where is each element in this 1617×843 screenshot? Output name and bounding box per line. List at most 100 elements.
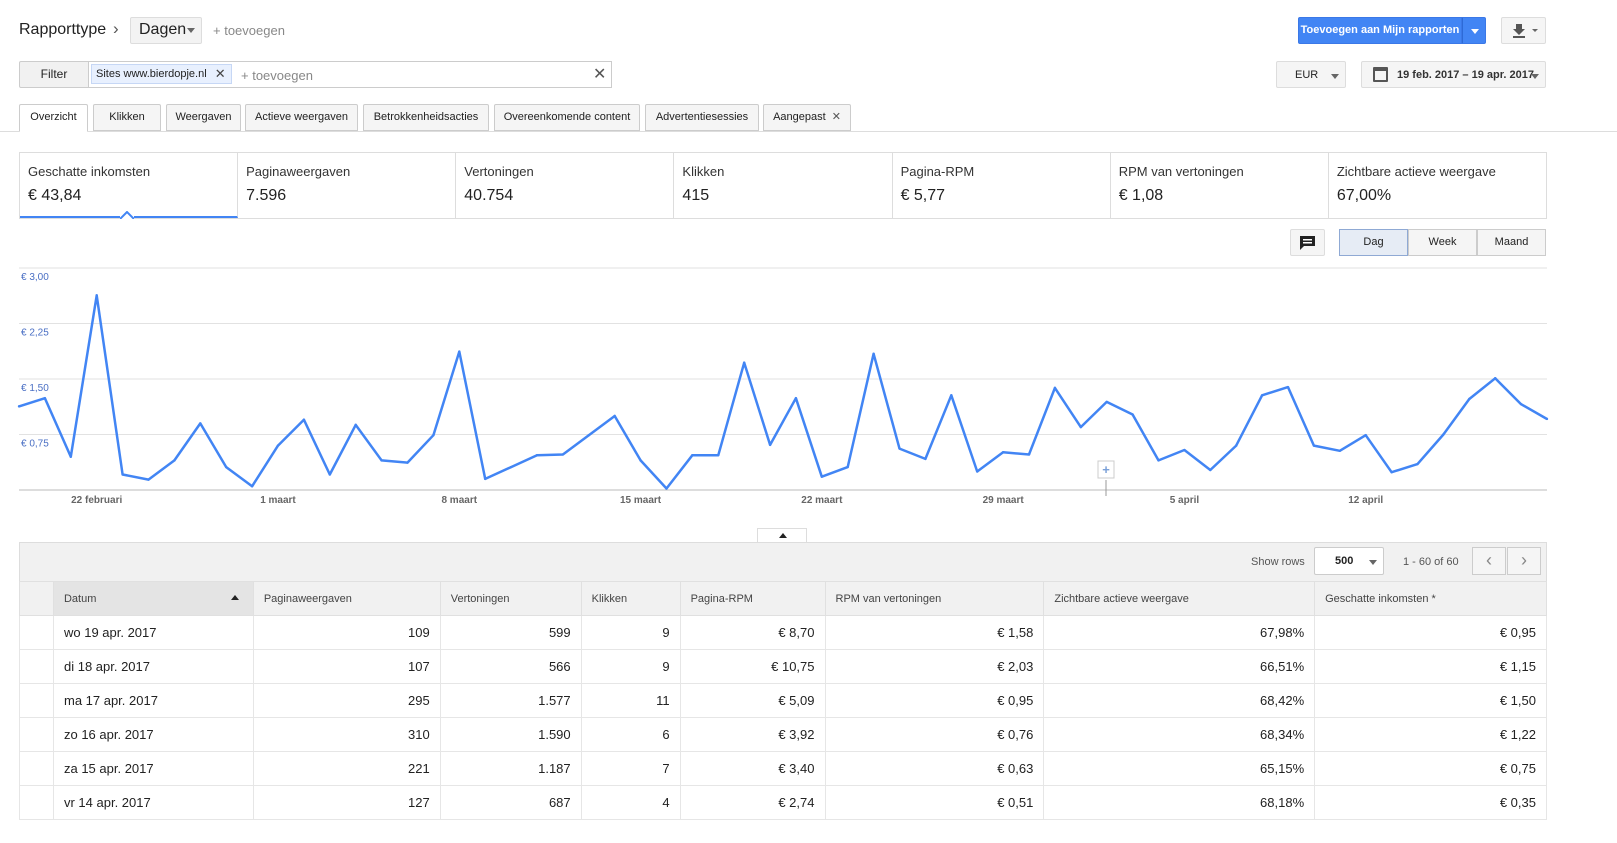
- metric-label: Paginaweergaven: [246, 164, 351, 179]
- data-point: [846, 465, 849, 469]
- data-point: [1494, 377, 1497, 380]
- column-label: Datum: [63, 592, 97, 605]
- report-table: Datum Paginaweergaven Vertoningen Klikke…: [19, 581, 1547, 820]
- data-point: [768, 443, 772, 447]
- add-dimension-link[interactable]: + toevoegen: [213, 23, 285, 38]
- granularity-month-button[interactable]: Maand: [1477, 229, 1546, 256]
- add-to-reports-menu-button[interactable]: [1462, 17, 1486, 44]
- tab-overeenkomende-content[interactable]: Overeenkomende content: [494, 104, 640, 131]
- table-row: ma 17 apr. 2017 295 1.577 11 € 5,09 € 0,95 68,…: [19, 683, 1547, 718]
- filter-button[interactable]: Filter: [19, 61, 89, 88]
- metric-label: Pagina-RPM: [900, 164, 975, 179]
- metric-cards: Geschatte inkomsten € 43,84 Paginaweerga…: [19, 152, 1547, 219]
- data-point: [509, 465, 513, 469]
- data-point: [302, 418, 306, 421]
- table-cell: € 2,74: [679, 785, 826, 820]
- filter-chip-label: Sites www.bierdopje.nl: [96, 68, 207, 80]
- tab-advertentiesessies[interactable]: Advertentiesessies: [645, 104, 759, 131]
- column-header-clicks[interactable]: Klikken: [580, 581, 681, 616]
- column-header-active-view[interactable]: Zichtbare actieve weergave: [1043, 581, 1316, 616]
- rows-per-page-select[interactable]: 500: [1314, 547, 1384, 575]
- pagination-range: 1 - 60 of 60: [1403, 556, 1459, 568]
- data-point: [1157, 459, 1160, 462]
- add-to-my-reports-button[interactable]: Toevoegen aan Mijn rapporten: [1298, 17, 1462, 44]
- metric-impression-rpm[interactable]: RPM van vertoningen € 1,08: [1111, 153, 1329, 218]
- table-cell: € 5,09: [679, 683, 826, 718]
- caret-down-icon: [1331, 74, 1339, 79]
- filter-add-link[interactable]: + toevoegen: [241, 68, 313, 83]
- currency-value: EUR: [1295, 69, 1319, 81]
- table-cell: 1.590: [439, 717, 582, 752]
- column-header-impressions[interactable]: Vertoningen: [439, 581, 582, 616]
- table-cell: 7: [580, 751, 681, 786]
- data-point: [924, 457, 927, 461]
- table-cell: ma 17 apr. 2017: [52, 683, 254, 718]
- close-icon[interactable]: ✕: [832, 111, 841, 123]
- collapse-chart-button[interactable]: [757, 528, 807, 542]
- table-cell: € 0,63: [824, 751, 1045, 786]
- table-cell: 65,15%: [1043, 751, 1316, 786]
- table-row: vr 14 apr. 2017 127 687 4 € 2,74 € 0,51 68,18%…: [19, 785, 1547, 820]
- download-button[interactable]: [1501, 17, 1546, 44]
- metric-clicks[interactable]: Klikken 415: [674, 153, 893, 218]
- column-header-estimated-earnings[interactable]: Geschatte inkomsten *: [1314, 581, 1547, 616]
- tab-label: Klikken: [109, 111, 145, 123]
- metric-active-view-viewable[interactable]: Zichtbare actieve weergave 67,00%: [1329, 153, 1546, 218]
- data-point: [173, 459, 176, 462]
- metric-estimated-earnings[interactable]: Geschatte inkomsten € 43,84: [20, 153, 239, 219]
- chevron-left-icon: ‹: [1486, 550, 1492, 570]
- column-header-page-views[interactable]: Paginaweergaven: [252, 581, 441, 616]
- metric-value: 7.596: [246, 187, 287, 204]
- granularity-day-button[interactable]: Dag: [1339, 229, 1408, 256]
- tab-label: Advertentiesessies: [655, 111, 749, 123]
- rows-per-page-value: 500: [1335, 555, 1354, 567]
- data-point: [950, 394, 953, 397]
- table-cell: 1.577: [439, 683, 582, 718]
- metric-value: € 5,77: [900, 187, 946, 204]
- data-point: [665, 487, 668, 490]
- x-tick-label: 8 maart: [441, 495, 477, 506]
- tab-actieve-weergaven[interactable]: Actieve weergaven: [245, 104, 358, 131]
- column-header-impression-rpm[interactable]: RPM van vertoningen: [824, 581, 1045, 616]
- table-cell: € 0,35: [1314, 785, 1547, 820]
- data-point: [43, 397, 47, 400]
- data-point: [976, 470, 979, 473]
- data-point: [561, 453, 565, 456]
- clear-filter-icon[interactable]: ✕: [593, 64, 606, 84]
- table-cell: 4: [580, 785, 681, 820]
- sort-ascending-icon: [230, 594, 239, 600]
- granularity-week-button[interactable]: Week: [1408, 229, 1477, 256]
- data-point: [794, 397, 798, 400]
- tab-klikken[interactable]: Klikken: [93, 104, 161, 131]
- metric-label: Vertoningen: [464, 164, 534, 179]
- tab-betrokkenheidsacties[interactable]: Betrokkenheidsacties: [363, 104, 489, 131]
- metric-impressions[interactable]: Vertoningen 40.754: [456, 153, 675, 218]
- date-range-picker[interactable]: 19 feb. 2017 – 19 apr. 2017: [1361, 61, 1546, 88]
- prev-page-button[interactable]: ‹: [1472, 547, 1506, 575]
- dimension-dropdown[interactable]: Dagen: [130, 17, 202, 44]
- report-type-label: Rapporttype: [19, 21, 107, 38]
- tab-weergaven[interactable]: Weergaven: [166, 104, 241, 131]
- filter-chip-site[interactable]: Sites www.bierdopje.nl ✕: [91, 64, 232, 84]
- data-point: [613, 414, 616, 418]
- data-point: [1545, 417, 1549, 421]
- metric-value: 415: [682, 187, 710, 204]
- annotation-button[interactable]: [1290, 229, 1325, 256]
- data-point: [224, 465, 228, 469]
- currency-dropdown[interactable]: EUR: [1276, 61, 1346, 88]
- next-page-button[interactable]: ›: [1507, 547, 1541, 575]
- tab-aangepast[interactable]: Aangepast ✕: [763, 104, 851, 131]
- data-point: [1286, 385, 1290, 389]
- data-point: [483, 477, 487, 481]
- breadcrumb-chevron-icon: ›: [113, 19, 119, 38]
- remove-filter-icon[interactable]: ✕: [215, 65, 226, 83]
- x-tick-label: 29 maart: [983, 495, 1025, 506]
- data-point: [276, 444, 280, 447]
- column-header-page-rpm[interactable]: Pagina-RPM: [679, 581, 826, 616]
- column-header-date[interactable]: Datum: [52, 581, 254, 616]
- metric-page-rpm[interactable]: Pagina-RPM € 5,77: [893, 153, 1111, 218]
- metric-page-views[interactable]: Paginaweergaven 7.596: [238, 153, 457, 218]
- tab-overzicht[interactable]: Overzicht: [19, 104, 88, 132]
- metric-value: € 43,84: [28, 187, 82, 204]
- tab-label: Actieve weergaven: [255, 111, 348, 123]
